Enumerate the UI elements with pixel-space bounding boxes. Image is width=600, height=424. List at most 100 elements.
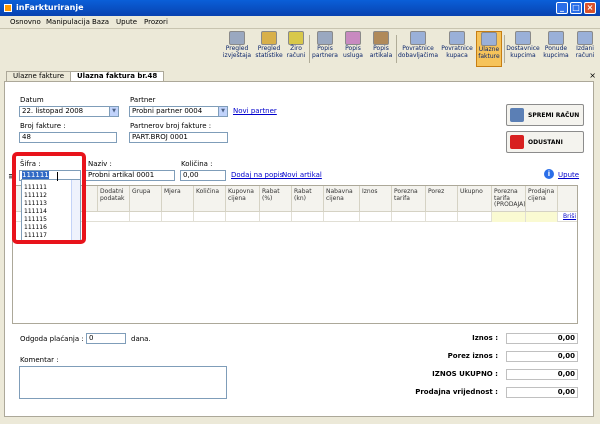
highlight-box: [12, 152, 86, 244]
grid-header-cell: Količina: [194, 186, 226, 212]
grid-cell[interactable]: [226, 212, 260, 222]
toolbar-povratnice-dobavljacima[interactable]: Povratnice dobavljačima: [398, 31, 438, 67]
grid-header-cell: Grupa: [130, 186, 162, 212]
offer-icon: [548, 31, 564, 45]
toolbar-dostavnice-kupcima[interactable]: Dostavnice kupcima: [506, 31, 540, 67]
toolbar-popis-usluga[interactable]: Popis usluga: [339, 31, 367, 67]
iznos-ukupno-value: 0,00: [506, 369, 578, 380]
novi-partner-link[interactable]: Novi partner: [233, 107, 277, 115]
toolbar-ulazne-fakture[interactable]: Ulazne fakture: [476, 31, 502, 67]
dodaj-na-popis-link[interactable]: Dodaj na popis: [231, 171, 283, 179]
items-icon: [373, 31, 389, 45]
brisi-link[interactable]: Briši: [563, 213, 576, 220]
toolbar-popis-artikala[interactable]: Popis artikala: [367, 31, 395, 67]
toolbar-povratnice-kupaca[interactable]: Povratnice kupaca: [438, 31, 476, 67]
grid-header-cell: Prodajna cijena: [526, 186, 558, 212]
grid-cell[interactable]: [360, 212, 392, 222]
grid-header-cell: Rabat (kn): [292, 186, 324, 212]
grid-cell[interactable]: [292, 212, 324, 222]
grid-cell[interactable]: [130, 212, 162, 222]
tab-ulazne-fakture[interactable]: Ulazne fakture: [6, 71, 72, 81]
close-button[interactable]: ×: [584, 2, 596, 14]
maximize-button[interactable]: □: [570, 2, 582, 14]
grid-cell[interactable]: [492, 212, 526, 222]
iznos-ukupno-label: IZNOS UKUPNO :: [432, 370, 498, 378]
prodajna-vrijednost-label: Prodajna vrijednost :: [415, 388, 498, 396]
menu-upute[interactable]: Upute: [116, 18, 137, 26]
toolbar-separator: [396, 35, 397, 63]
novi-artikal-link[interactable]: Novi artikal: [282, 171, 322, 179]
toolbar-popis-partnera[interactable]: Popis partnera: [311, 31, 339, 67]
komentar-field[interactable]: [19, 366, 227, 399]
kolicina-field[interactable]: 0,00: [180, 170, 226, 181]
grid-cell[interactable]: [194, 212, 226, 222]
odgoda-field[interactable]: 0: [86, 333, 126, 344]
partner-select[interactable]: Probni partner 0004 ▼: [129, 106, 228, 117]
items-grid: Dodatni podatak Grupa Mjera Količina Kup…: [12, 185, 578, 324]
naziv-field[interactable]: Probni artikal 0001: [85, 170, 175, 181]
toolbar-pregled-izvjestaja[interactable]: Pregled izvještaja: [220, 31, 254, 67]
info-icon: i: [544, 169, 554, 179]
toolbar-separator: [504, 35, 505, 63]
grid-cell[interactable]: [162, 212, 194, 222]
upute-link[interactable]: Upute: [558, 171, 579, 179]
odustani-button[interactable]: ODUSTANI: [506, 131, 584, 153]
grid-cell[interactable]: [260, 212, 292, 222]
minimize-button[interactable]: _: [556, 2, 568, 14]
porez-iznos-value: 0,00: [506, 351, 578, 362]
chevron-down-icon[interactable]: ▼: [109, 107, 118, 116]
broj-fakture-field[interactable]: 48: [19, 132, 117, 143]
komentar-label: Komentar :: [20, 356, 59, 364]
return-supplier-icon: [410, 31, 426, 45]
grid-header-cell: Nabavna cijena: [324, 186, 360, 212]
grid-header-cell: Porez: [426, 186, 458, 212]
menu-osnovno[interactable]: Osnovno: [10, 18, 41, 26]
grid-cell[interactable]: [324, 212, 360, 222]
menu-manipulacija[interactable]: Manipulacija: [46, 18, 90, 26]
datum-field[interactable]: 22. listopad 2008 ▼: [19, 106, 119, 117]
iznos-value: 0,00: [506, 333, 578, 344]
return-customer-icon: [449, 31, 465, 45]
spremi-racun-button[interactable]: SPREMI RAČUN: [506, 104, 584, 126]
menu-baza[interactable]: Baza: [92, 18, 109, 26]
partners-icon: [317, 31, 333, 45]
grid-header-cell: Dodatni podatak: [98, 186, 130, 212]
issued-invoice-icon: [577, 31, 593, 45]
toolbar-ziro-racuni[interactable]: Žiro računi: [284, 31, 308, 67]
toolbar: Pregled izvještaja Pregled statistike Ži…: [0, 29, 600, 69]
toolbar-pregled-statistike[interactable]: Pregled statistike: [254, 31, 284, 67]
tab-ulazna-faktura[interactable]: Ulazna faktura br.48: [70, 71, 165, 81]
close-tab-icon[interactable]: ×: [589, 71, 596, 80]
grid-cell[interactable]: [98, 212, 130, 222]
app-icon: [4, 4, 12, 12]
grid-cell[interactable]: [392, 212, 426, 222]
toolbar-izdani-racuni[interactable]: Izdani računi: [572, 31, 598, 67]
partnerov-broj-label: Partnerov broj fakture :: [130, 122, 212, 130]
grid-cell[interactable]: [526, 212, 558, 222]
toolbar-ponude-kupcima[interactable]: Ponude kupcima: [541, 31, 571, 67]
iznos-label: Iznos :: [472, 334, 498, 342]
menu-prozori[interactable]: Prozori: [144, 18, 168, 26]
grid-cell[interactable]: [458, 212, 492, 222]
tab-strip: Ulazne fakture Ulazna faktura br.48 ×: [0, 69, 600, 81]
partnerov-broj-field[interactable]: PART.BROJ 0001: [129, 132, 228, 143]
partner-label: Partner: [130, 96, 156, 104]
services-icon: [345, 31, 361, 45]
grid-header-cell: Porezna tarifa (PRODAJA): [492, 186, 526, 212]
delivery-icon: [515, 31, 531, 45]
grid-header: Dodatni podatak Grupa Mjera Količina Kup…: [13, 186, 577, 212]
toolbar-separator: [309, 35, 310, 63]
grid-header-cell: Mjera: [162, 186, 194, 212]
grid-header-cell: Porezna tarifa: [392, 186, 426, 212]
save-icon: [510, 108, 524, 122]
datum-label: Datum: [20, 96, 44, 104]
prodajna-vrijednost-value: 0,00: [506, 387, 578, 398]
kolicina-label: Količina :: [181, 160, 213, 168]
table-row[interactable]: Briši: [13, 212, 577, 222]
grid-cell[interactable]: [426, 212, 458, 222]
power-icon: [510, 135, 524, 149]
broj-fakture-label: Broj fakture :: [20, 122, 66, 130]
chevron-down-icon[interactable]: ▼: [218, 107, 227, 116]
grid-header-cell: Ukupno: [458, 186, 492, 212]
text-cursor-icon: [57, 172, 60, 181]
